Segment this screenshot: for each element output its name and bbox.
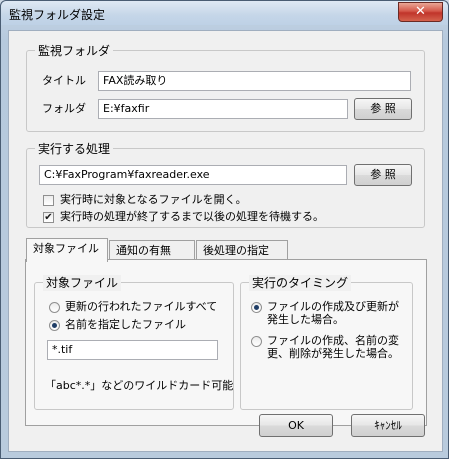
target-files-legend: 対象ファイル [43, 275, 122, 291]
monitor-folder-group: 監視フォルダ タイトル FAX読み取り フォルダ E:¥faxfir 参 照 [26, 43, 425, 132]
cancel-button[interactable]: ｷｬﾝｾﾙ [351, 414, 425, 437]
radio-named-file[interactable] [49, 320, 60, 331]
ok-button[interactable]: OK [259, 414, 333, 437]
radio-all-files-label: 更新の行われたファイルすべて [65, 300, 218, 313]
radio-all-files[interactable] [49, 302, 60, 313]
timing-legend: 実行のタイミング [249, 275, 352, 291]
open-file-checkbox[interactable] [43, 195, 54, 206]
wait-checkbox[interactable]: ✔ [43, 212, 54, 223]
dialog-window: 監視フォルダ設定 ✕ 監視フォルダ タイトル FAX読み取り フォルダ E:¥f… [0, 0, 449, 459]
window-title: 監視フォルダ設定 [9, 8, 106, 22]
wildcard-note: 「abc*.*」などのワイルドカード可能 [45, 379, 234, 392]
open-file-label: 実行時に対象となるファイルを開く。 [60, 193, 247, 206]
folder-label: フォルダ [42, 102, 86, 115]
close-button[interactable]: ✕ [398, 2, 443, 22]
tab-target-files[interactable]: 対象ファイル [26, 238, 108, 262]
timing-group: 実行のタイミング ファイルの作成及び更新が 発生した場合。 ファイルの作成、名前… [240, 275, 413, 410]
dialog-client-area: 監視フォルダ タイトル FAX読み取り フォルダ E:¥faxfir 参 照 実… [8, 30, 443, 452]
radio-other-events[interactable] [251, 336, 262, 347]
command-input[interactable]: C:¥FaxProgram¥faxreader.exe [39, 165, 347, 185]
title-bar[interactable]: 監視フォルダ設定 ✕ [1, 1, 448, 25]
process-group: 実行する処理 C:¥FaxProgram¥faxreader.exe 参 照 実… [26, 141, 425, 228]
folder-browse-button[interactable]: 参 照 [354, 98, 412, 120]
radio-create-update-label-line2: 発生した場合。 [267, 313, 344, 326]
folder-input[interactable]: E:¥faxfir [98, 99, 348, 119]
radio-other-events-label-line2: 更、削除が発生した場合。 [267, 347, 399, 360]
process-legend: 実行する処理 [35, 141, 114, 157]
title-input[interactable]: FAX読み取り [98, 71, 411, 91]
pattern-input[interactable]: *.tif [47, 340, 218, 360]
wait-label: 実行時の処理が終了するまで以後の処理を待機する。 [60, 210, 324, 223]
command-browse-button[interactable]: 参 照 [354, 164, 412, 186]
radio-create-update[interactable] [251, 302, 262, 313]
radio-named-file-label: 名前を指定したファイル [65, 318, 186, 331]
close-icon: ✕ [415, 4, 426, 19]
monitor-folder-legend: 監視フォルダ [35, 43, 114, 59]
title-label: タイトル [42, 74, 86, 87]
tab-panel: 対象ファイル 更新の行われたファイルすべて 名前を指定したファイル *.tif … [25, 259, 427, 426]
target-files-group: 対象ファイル 更新の行われたファイルすべて 名前を指定したファイル *.tif … [34, 275, 234, 410]
